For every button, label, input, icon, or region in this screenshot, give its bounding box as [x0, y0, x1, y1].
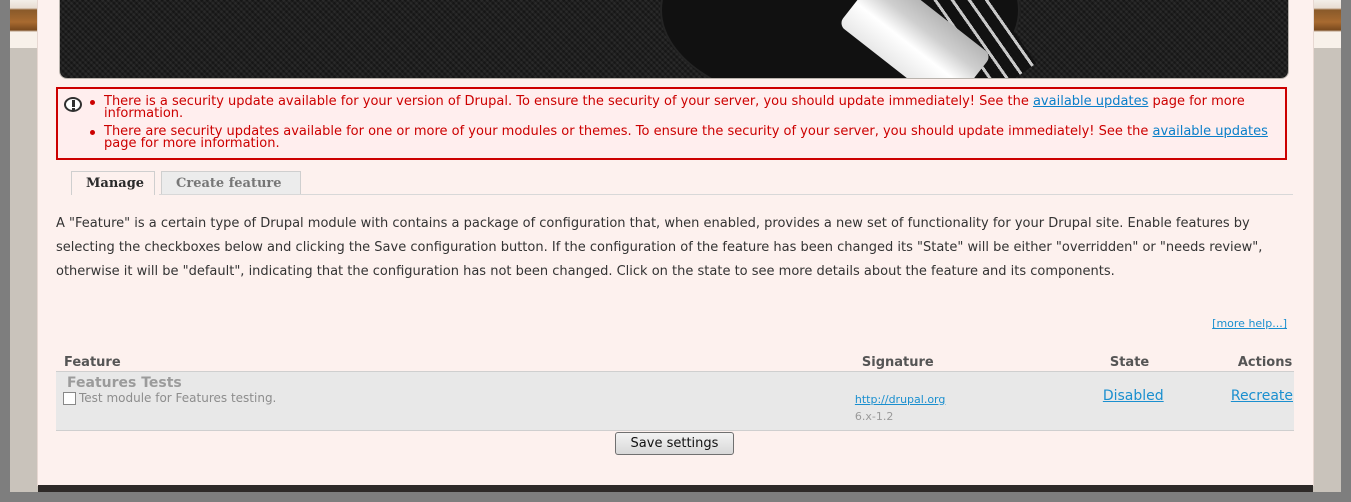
- available-updates-link[interactable]: available updates: [1033, 94, 1148, 109]
- save-settings-button[interactable]: Save settings: [615, 432, 734, 455]
- column-header-signature: Signature: [861, 354, 934, 370]
- features-table: Feature Signature State Actions Features…: [56, 353, 1294, 431]
- tab-manage[interactable]: Manage: [71, 171, 155, 195]
- feature-name: Features Tests: [67, 375, 182, 391]
- recreate-link[interactable]: Recreate: [1231, 388, 1293, 404]
- state-cell: Disabled: [1102, 372, 1230, 431]
- state-link[interactable]: Disabled: [1103, 388, 1164, 404]
- warning-icon: [64, 97, 82, 112]
- feature-cell: Features Tests Test module for Features …: [56, 372, 854, 431]
- more-help-link[interactable]: [more help...]: [1212, 317, 1287, 330]
- actions-cell: Recreate: [1230, 372, 1294, 431]
- footer-bar: [38, 485, 1313, 492]
- feature-checkbox[interactable]: [63, 392, 76, 405]
- alert-item-core: There is a security update available for…: [90, 94, 1280, 120]
- security-alert: There is a security update available for…: [56, 87, 1287, 160]
- column-header-actions: Actions: [1237, 354, 1293, 370]
- available-updates-link[interactable]: available updates: [1152, 124, 1267, 139]
- table-row: Features Tests Test module for Features …: [56, 371, 1294, 431]
- tab-divider: [159, 194, 1293, 195]
- feature-description: Test module for Features testing.: [79, 391, 277, 405]
- features-description: A "Feature" is a certain type of Drupal …: [56, 216, 1263, 279]
- column-header-state: State: [1109, 354, 1150, 370]
- page-content: There is a security update available for…: [38, 0, 1313, 485]
- column-header-feature: Feature: [64, 354, 121, 370]
- tab-create-feature[interactable]: Create feature: [161, 171, 301, 195]
- header-banner: [59, 0, 1289, 79]
- signature-cell: http://drupal.org 6.x-1.2: [854, 372, 1102, 431]
- alert-list: There is a security update available for…: [90, 94, 1280, 156]
- signature-link[interactable]: http://drupal.org: [855, 393, 1101, 406]
- signature-version: 6.x-1.2: [854, 410, 894, 423]
- alert-item-modules: There are security updates available for…: [90, 124, 1280, 150]
